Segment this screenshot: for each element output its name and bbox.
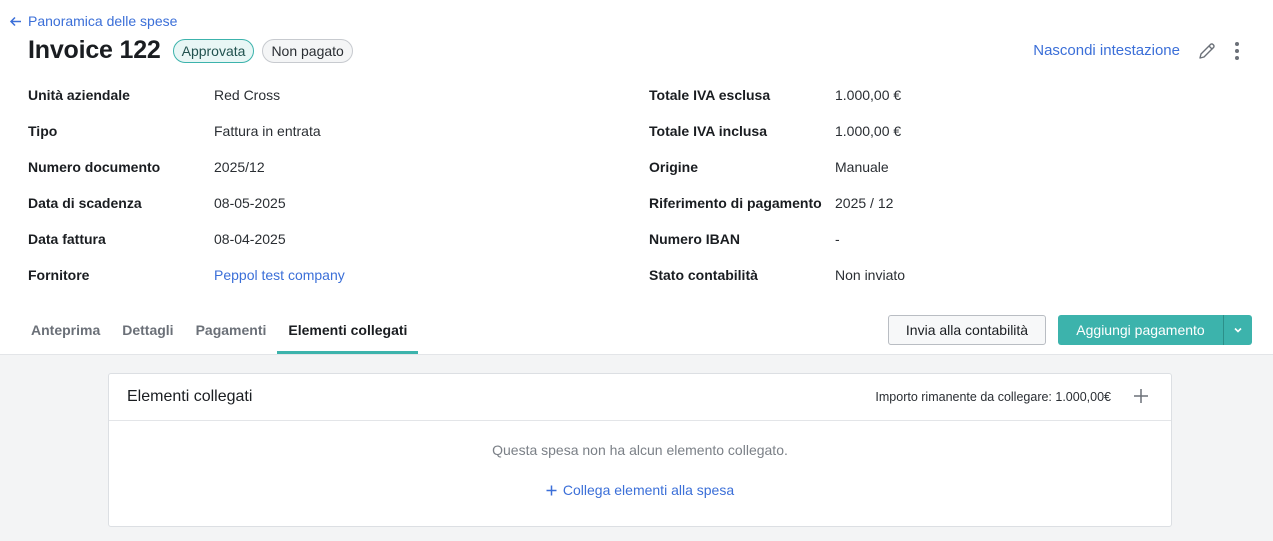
field-label: Unità aziendale [28,87,130,103]
fields-right: Totale IVA esclusa 1.000,00 € Totale IVA … [649,87,905,303]
field-label: Numero documento [28,159,161,175]
link-items-button[interactable]: Collega elementi alla spesa [109,482,1171,498]
field-document-number: Numero documento 2025/12 [28,159,345,195]
field-value: 2025 / 12 [835,195,894,211]
field-value: Fattura in entrata [214,123,321,139]
field-label: Numero IBAN [649,231,741,247]
status-badge-unpaid: Non pagato [262,38,353,63]
kebab-icon[interactable] [1228,40,1246,62]
field-origin: Origine Manuale [649,159,905,195]
field-accounting-status: Stato contabilità Non inviato [649,267,905,303]
field-total-excl-vat: Totale IVA esclusa 1.000,00 € [649,87,905,123]
field-label: Data di scadenza [28,195,142,211]
linked-items-card: Elementi collegati Importo rimanente da … [108,373,1172,527]
field-label: Riferimento di pagamento [649,195,822,211]
remaining-amount: Importo rimanente da collegare: 1.000,00… [875,390,1111,404]
field-value: 08-04-2025 [214,231,286,247]
field-value: Red Cross [214,87,281,103]
invoice-header: Panoramica delle spese Invoice 122 Appro… [0,0,1273,355]
tab-preview[interactable]: Anteprima [20,312,111,354]
tab-bar: Anteprima Dettagli Pagamenti Elementi co… [20,312,419,354]
card-title: Elementi collegati [127,388,253,405]
field-label: Totale IVA inclusa [649,123,767,139]
hide-header-link[interactable]: Nascondi intestazione [1033,42,1180,59]
field-total-incl-vat: Totale IVA inclusa 1.000,00 € [649,123,905,159]
add-payment-dropdown-button[interactable] [1223,315,1252,345]
linked-items-panel: Elementi collegati Importo rimanente da … [0,355,1273,541]
chevron-down-icon [1234,327,1242,333]
field-value: Non inviato [835,267,906,283]
field-value: 1.000,00 € [835,123,902,139]
supplier-link[interactable]: Peppol test company [214,267,345,283]
field-due-date: Data di scadenza 08-05-2025 [28,195,345,231]
title-row: Invoice 122 Approvata Non pagato [28,36,353,65]
field-label: Totale IVA esclusa [649,87,771,103]
page-title: Invoice 122 [28,36,161,64]
send-to-accounting-button[interactable]: Invia alla contabilità [888,315,1046,345]
field-label: Stato contabilità [649,267,758,283]
status-badge-approved: Approvata [172,38,255,63]
back-link-label: Panoramica delle spese [28,13,178,29]
field-value: 2025/12 [214,159,265,175]
field-label: Origine [649,159,699,175]
plus-icon[interactable] [1133,388,1149,404]
fields-left: Unità aziendale Red Cross Tipo Fattura in … [28,87,345,303]
field-type: Tipo Fattura in entrata [28,123,345,159]
field-supplier: Fornitore Peppol test company [28,267,345,303]
add-payment-button[interactable]: Aggiungi pagamento [1058,315,1223,345]
field-invoice-date: Data fattura 08-04-2025 [28,231,345,267]
field-label: Fornitore [28,267,90,283]
field-value: - [835,231,840,247]
pencil-icon[interactable] [1197,41,1217,61]
tab-linked-items[interactable]: Elementi collegati [277,312,419,354]
field-value: 08-05-2025 [214,195,286,211]
tab-payments[interactable]: Pagamenti [185,312,278,354]
back-link[interactable]: Panoramica delle spese [9,13,177,29]
tab-details[interactable]: Dettagli [111,312,184,354]
field-label: Tipo [28,123,58,139]
arrow-left-icon [9,16,21,26]
field-label: Data fattura [28,231,106,247]
empty-state-text: Questa spesa non ha alcun elemento colle… [492,442,788,458]
link-items-label: Collega elementi alla spesa [562,482,735,498]
field-business-unit: Unità aziendale Red Cross [28,87,345,123]
field-value: Manuale [835,159,889,175]
card-header: Elementi collegati Importo rimanente da … [109,374,1171,421]
field-payment-reference: Riferimento di pagamento 2025 / 12 [649,195,905,231]
plus-icon [546,485,557,495]
field-value: 1.000,00 € [835,87,902,103]
field-iban: Numero IBAN - [649,231,905,267]
